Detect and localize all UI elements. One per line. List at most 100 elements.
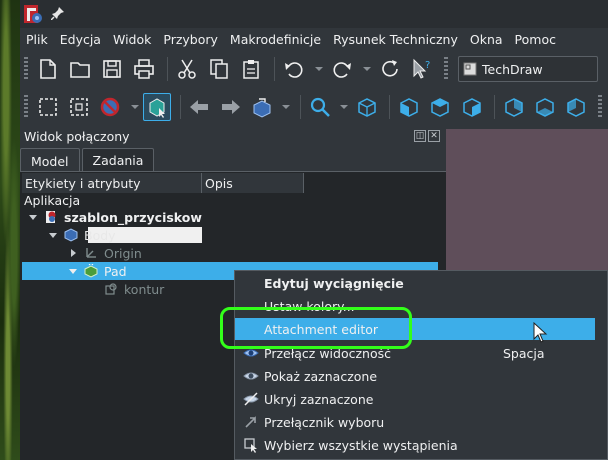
- undo-dropdown[interactable]: [312, 55, 326, 83]
- clipboard-icon: [243, 60, 259, 79]
- redo-icon: [333, 62, 351, 78]
- front-view-button[interactable]: [395, 93, 422, 121]
- standard-views-dropdown[interactable]: [337, 93, 351, 121]
- sync-view-button[interactable]: [248, 93, 275, 121]
- menu-przybory[interactable]: Przybory: [157, 32, 224, 47]
- sync-view-dropdown[interactable]: [280, 93, 294, 121]
- top-view-button[interactable]: [427, 93, 454, 121]
- redo-button[interactable]: [328, 55, 356, 83]
- combo-view-title: Widok połączony: [24, 129, 130, 144]
- view-toolbar: [20, 90, 608, 124]
- annotation-highlight: [220, 307, 412, 349]
- forward-button[interactable]: [217, 93, 244, 121]
- arrow-left-icon: [190, 100, 209, 114]
- menu-edycja[interactable]: Edycja: [54, 32, 107, 47]
- menu-item-hide-selection[interactable]: Ukryj zaznaczone: [235, 388, 608, 410]
- toolbar-grip[interactable]: [444, 57, 448, 81]
- fit-selection-button[interactable]: [65, 93, 92, 121]
- cut-button[interactable]: [173, 55, 201, 83]
- background-photo-strip: [0, 0, 20, 460]
- back-button[interactable]: [186, 93, 213, 121]
- chevron-right-icon[interactable]: [68, 248, 78, 258]
- standard-views-button[interactable]: [306, 93, 333, 121]
- menu-item-shortcut: Spacja: [503, 345, 545, 361]
- menu-bar: Plik Edycja Widok Przybory Makrodefinicj…: [20, 28, 608, 50]
- tree-item-sketch[interactable]: kontur: [104, 280, 164, 298]
- toolbar-grip[interactable]: [597, 95, 602, 119]
- print-button[interactable]: [130, 55, 158, 83]
- column-labels[interactable]: Etykiety i atrybuty: [22, 173, 202, 193]
- menu-item-label: Ukryj zaznaczone: [264, 391, 374, 407]
- tree-item-document[interactable]: szablon_przyciskow: [28, 208, 202, 226]
- toolbar-separator: [494, 95, 496, 119]
- chevron-down-icon[interactable]: [68, 266, 78, 276]
- menu-widok[interactable]: Widok: [107, 32, 157, 47]
- bounding-box-button[interactable]: [143, 93, 171, 121]
- rear-cube-icon: [505, 98, 523, 117]
- tree-header: Etykiety i atrybuty Opis: [22, 173, 304, 193]
- tab-zadania[interactable]: Zadania: [81, 148, 155, 172]
- whats-this-button[interactable]: ?: [408, 55, 436, 83]
- chevron-down-icon[interactable]: [28, 212, 38, 222]
- isometric-view-button[interactable]: [353, 93, 380, 121]
- redo-dropdown[interactable]: [360, 55, 374, 83]
- combo-view-tabs: Model Zadania: [20, 148, 156, 173]
- tree-item-origin[interactable]: Origin: [68, 244, 142, 262]
- context-menu: Edytuj wyciągnięcie Ustaw kolory... Atta…: [234, 270, 608, 460]
- open-button[interactable]: [66, 55, 94, 83]
- column-description[interactable]: Opis: [202, 173, 304, 193]
- body-icon: [64, 228, 78, 242]
- tab-model[interactable]: Model: [20, 148, 80, 173]
- tree-item-pad[interactable]: Pad: [68, 262, 127, 280]
- hide-selection-icon: [243, 392, 259, 406]
- refresh-button[interactable]: [376, 55, 404, 83]
- close-panel-icon[interactable]: ✕: [428, 130, 440, 142]
- bottom-view-button[interactable]: [531, 93, 558, 121]
- panel-buttons: ◫ ✕: [414, 130, 440, 142]
- fit-selection-icon: [70, 98, 88, 116]
- top-cube-icon: [431, 98, 449, 117]
- menu-makrodefinicje[interactable]: Makrodefinicje: [224, 32, 327, 47]
- mouse-cursor-icon: [533, 322, 548, 343]
- chevron-down-icon[interactable]: [48, 230, 58, 240]
- sketch-label: kontur: [124, 281, 165, 297]
- menu-item-select-all-instances[interactable]: Wybierz wszystkie wystąpienia: [235, 434, 608, 456]
- copy-icon: [210, 59, 228, 79]
- menu-okna[interactable]: Okna: [464, 32, 509, 47]
- menu-pomoc[interactable]: Pomoc: [509, 32, 562, 47]
- copy-button[interactable]: [205, 55, 233, 83]
- origin-icon: [86, 248, 96, 258]
- new-document-button[interactable]: [34, 55, 62, 83]
- rear-view-button[interactable]: [500, 93, 527, 121]
- menu-item-show-selection[interactable]: Pokaż zaznaczone: [235, 365, 608, 387]
- menu-item-toggle-selectability[interactable]: Przełącznik wyboru: [235, 411, 608, 433]
- file-toolbar: ? TechDraw: [20, 52, 608, 86]
- paste-button[interactable]: [237, 55, 265, 83]
- selection-cube-icon: [149, 98, 166, 118]
- draw-style-dropdown[interactable]: [128, 93, 142, 121]
- new-document-icon: [40, 59, 56, 79]
- right-cube-icon: [462, 98, 481, 117]
- draw-style-button[interactable]: [96, 93, 123, 121]
- menu-item-label: Wybierz wszystkie wystąpienia: [264, 437, 458, 453]
- techdraw-icon: [463, 62, 477, 76]
- fit-all-button[interactable]: [34, 93, 61, 121]
- sketch-icon: [105, 283, 117, 295]
- save-button[interactable]: [98, 55, 126, 83]
- origin-label: Origin: [104, 245, 142, 261]
- menu-plik[interactable]: Plik: [20, 32, 54, 47]
- workbench-selector[interactable]: TechDraw: [458, 56, 598, 82]
- menu-rysunek-techniczny[interactable]: Rysunek Techniczny: [327, 32, 464, 47]
- toolbar-grip[interactable]: [24, 95, 28, 119]
- undo-icon: [285, 62, 303, 78]
- toolbar-grip[interactable]: [24, 57, 28, 81]
- left-view-button[interactable]: [563, 93, 590, 121]
- tree-item-body[interactable]: Body: [48, 226, 116, 244]
- undo-button[interactable]: [280, 55, 308, 83]
- menu-item-edit-pad[interactable]: Edytuj wyciągnięcie: [235, 272, 608, 294]
- float-panel-icon[interactable]: ◫: [414, 130, 426, 142]
- title-bar: [20, 0, 608, 28]
- pin-icon[interactable]: [51, 6, 65, 20]
- pad-label: Pad: [104, 263, 127, 279]
- right-view-button[interactable]: [458, 93, 485, 121]
